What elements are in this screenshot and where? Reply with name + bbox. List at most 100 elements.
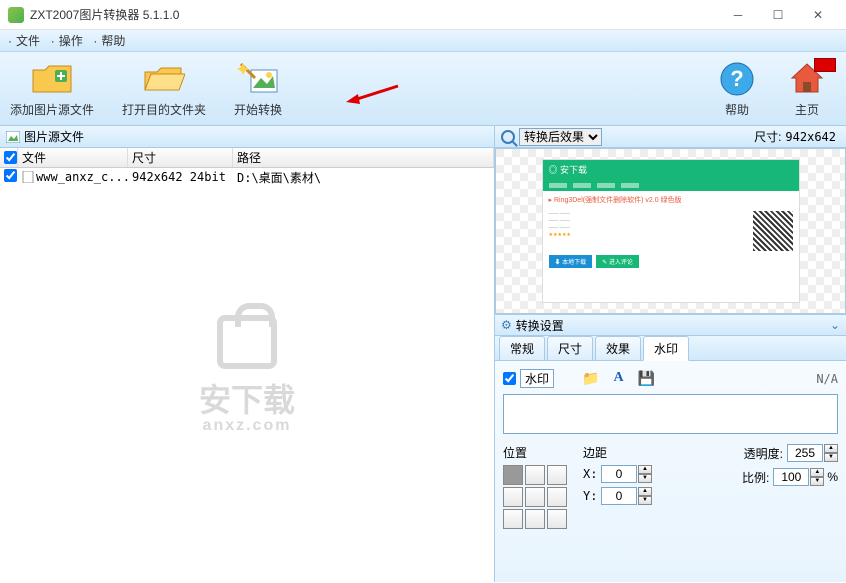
- preview-mode-select[interactable]: 转换后效果: [519, 128, 602, 146]
- add-source-label: 添加图片源文件: [10, 101, 94, 118]
- opacity-input[interactable]: [787, 444, 823, 462]
- header-file[interactable]: 文件: [18, 148, 128, 167]
- x-input[interactable]: [601, 465, 637, 483]
- margin-group: 边距 X: ▲▼ Y: ▲▼: [583, 444, 652, 529]
- gear-icon: ⚙: [501, 318, 512, 332]
- x-up[interactable]: ▲: [638, 465, 652, 474]
- background-watermark: 安下载 anxz.com: [199, 315, 295, 435]
- preview-size-label: 尺寸:: [754, 128, 781, 145]
- file-icon: [22, 171, 34, 183]
- toolbar: 添加图片源文件 打开目的文件夹 开始转换 ? 帮助 主页: [0, 52, 846, 126]
- pos-tc[interactable]: [525, 465, 545, 485]
- menu-operate[interactable]: 操作: [59, 32, 83, 49]
- help-button[interactable]: ? 帮助: [716, 60, 758, 118]
- scale-up[interactable]: ▲: [810, 468, 824, 477]
- preview-area[interactable]: ◎ 安下载 ▸ Ring3Del(强制文件删除软件) v2.0 绿色版 —— —…: [495, 148, 846, 314]
- watermark-checkbox[interactable]: [503, 372, 516, 385]
- y-label: Y:: [583, 489, 601, 503]
- y-input[interactable]: [601, 487, 637, 505]
- preview-header: 转换后效果 尺寸: 942x642: [495, 126, 846, 148]
- save-icon[interactable]: 💾: [638, 370, 655, 387]
- pos-mc[interactable]: [525, 487, 545, 507]
- dot: ·: [51, 34, 55, 48]
- tab-watermark[interactable]: 水印: [643, 336, 689, 361]
- folder-open-icon: [143, 60, 185, 98]
- position-group: 位置: [503, 444, 567, 529]
- wand-picture-icon: [237, 60, 279, 98]
- percent-label: %: [827, 470, 838, 484]
- pos-ml[interactable]: [503, 487, 523, 507]
- chevron-collapse-icon[interactable]: ⌄: [830, 318, 840, 332]
- menu-help[interactable]: 帮助: [101, 32, 125, 49]
- pos-tr[interactable]: [547, 465, 567, 485]
- opacity-scale-group: 透明度: ▲▼ 比例: ▲▼ %: [742, 444, 838, 529]
- flag-china-icon[interactable]: [814, 58, 836, 72]
- watermark-text-input[interactable]: [503, 394, 838, 434]
- svg-text:?: ?: [730, 66, 743, 91]
- app-icon: [8, 7, 24, 23]
- header-path[interactable]: 路径: [233, 148, 494, 167]
- source-panel-title: 图片源文件: [24, 128, 84, 145]
- help-icon: ?: [716, 60, 758, 98]
- pos-tl[interactable]: [503, 465, 523, 485]
- main-area: 图片源文件 文件 尺寸 路径 www_anxz_c... 942x642 24b…: [0, 126, 846, 582]
- start-convert-button[interactable]: 开始转换: [234, 60, 282, 118]
- row-checkbox[interactable]: [4, 169, 17, 182]
- pos-bc[interactable]: [525, 509, 545, 529]
- x-label: X:: [583, 467, 601, 481]
- opacity-down[interactable]: ▼: [824, 453, 838, 462]
- right-panel: 转换后效果 尺寸: 942x642 ◎ 安下载 ▸ Ring3Del(强制文件删…: [495, 126, 846, 582]
- row-size: 942x642 24bit: [128, 170, 233, 184]
- watermark-label: 水印: [520, 369, 554, 388]
- dot: ·: [93, 34, 97, 48]
- source-panel-header: 图片源文件: [0, 126, 494, 148]
- margin-label: 边距: [583, 444, 652, 461]
- preview-image: ◎ 安下载 ▸ Ring3Del(强制文件删除软件) v2.0 绿色版 —— —…: [542, 159, 800, 303]
- tab-general[interactable]: 常规: [499, 336, 545, 360]
- window-title: ZXT2007图片转换器 5.1.1.0: [30, 6, 718, 23]
- y-down[interactable]: ▼: [638, 496, 652, 505]
- magnify-icon[interactable]: [501, 130, 515, 144]
- font-icon[interactable]: A: [613, 370, 623, 387]
- titlebar: ZXT2007图片转换器 5.1.1.0 ─ ☐ ✕: [0, 0, 846, 30]
- row-file: www_anxz_c...: [36, 170, 128, 184]
- position-grid: [503, 465, 567, 529]
- source-panel: 图片源文件 文件 尺寸 路径 www_anxz_c... 942x642 24b…: [0, 126, 495, 582]
- folder-icon[interactable]: 📁: [582, 370, 599, 387]
- open-dest-label: 打开目的文件夹: [122, 101, 206, 118]
- pos-mr[interactable]: [547, 487, 567, 507]
- menubar: · 文件 · 操作 · 帮助: [0, 30, 846, 52]
- pos-bl[interactable]: [503, 509, 523, 529]
- pos-br[interactable]: [547, 509, 567, 529]
- tab-effect[interactable]: 效果: [595, 336, 641, 360]
- list-body[interactable]: www_anxz_c... 942x642 24bit D:\桌面\素材\ 安下…: [0, 168, 494, 582]
- preview-size-value: 942x642: [785, 130, 836, 144]
- header-size[interactable]: 尺寸: [128, 148, 233, 167]
- menu-file[interactable]: 文件: [16, 32, 40, 49]
- settings-tabs: 常规 尺寸 效果 水印: [495, 336, 846, 360]
- opacity-up[interactable]: ▲: [824, 444, 838, 453]
- scale-label: 比例:: [742, 469, 769, 486]
- watermark-tab-content: 水印 📁 A 💾 N/A 位置: [495, 360, 846, 582]
- y-up[interactable]: ▲: [638, 487, 652, 496]
- x-down[interactable]: ▼: [638, 474, 652, 483]
- help-label: 帮助: [725, 101, 749, 118]
- list-header: 文件 尺寸 路径: [0, 148, 494, 168]
- list-row[interactable]: www_anxz_c... 942x642 24bit D:\桌面\素材\: [0, 168, 494, 186]
- add-source-button[interactable]: 添加图片源文件: [10, 60, 94, 118]
- home-label: 主页: [795, 101, 819, 118]
- scale-down[interactable]: ▼: [810, 477, 824, 486]
- scale-input[interactable]: [773, 468, 809, 486]
- header-checkbox-col[interactable]: [0, 148, 18, 167]
- picture-icon: [6, 131, 20, 143]
- open-dest-button[interactable]: 打开目的文件夹: [122, 60, 206, 118]
- settings-title: 转换设置: [516, 317, 564, 334]
- watermark-na: N/A: [816, 372, 838, 386]
- tab-size[interactable]: 尺寸: [547, 336, 593, 360]
- header-checkbox[interactable]: [4, 151, 17, 164]
- maximize-button[interactable]: ☐: [758, 1, 798, 29]
- minimize-button[interactable]: ─: [718, 1, 758, 29]
- row-path: D:\桌面\素材\: [233, 169, 494, 186]
- close-button[interactable]: ✕: [798, 1, 838, 29]
- opacity-label: 透明度:: [744, 445, 783, 462]
